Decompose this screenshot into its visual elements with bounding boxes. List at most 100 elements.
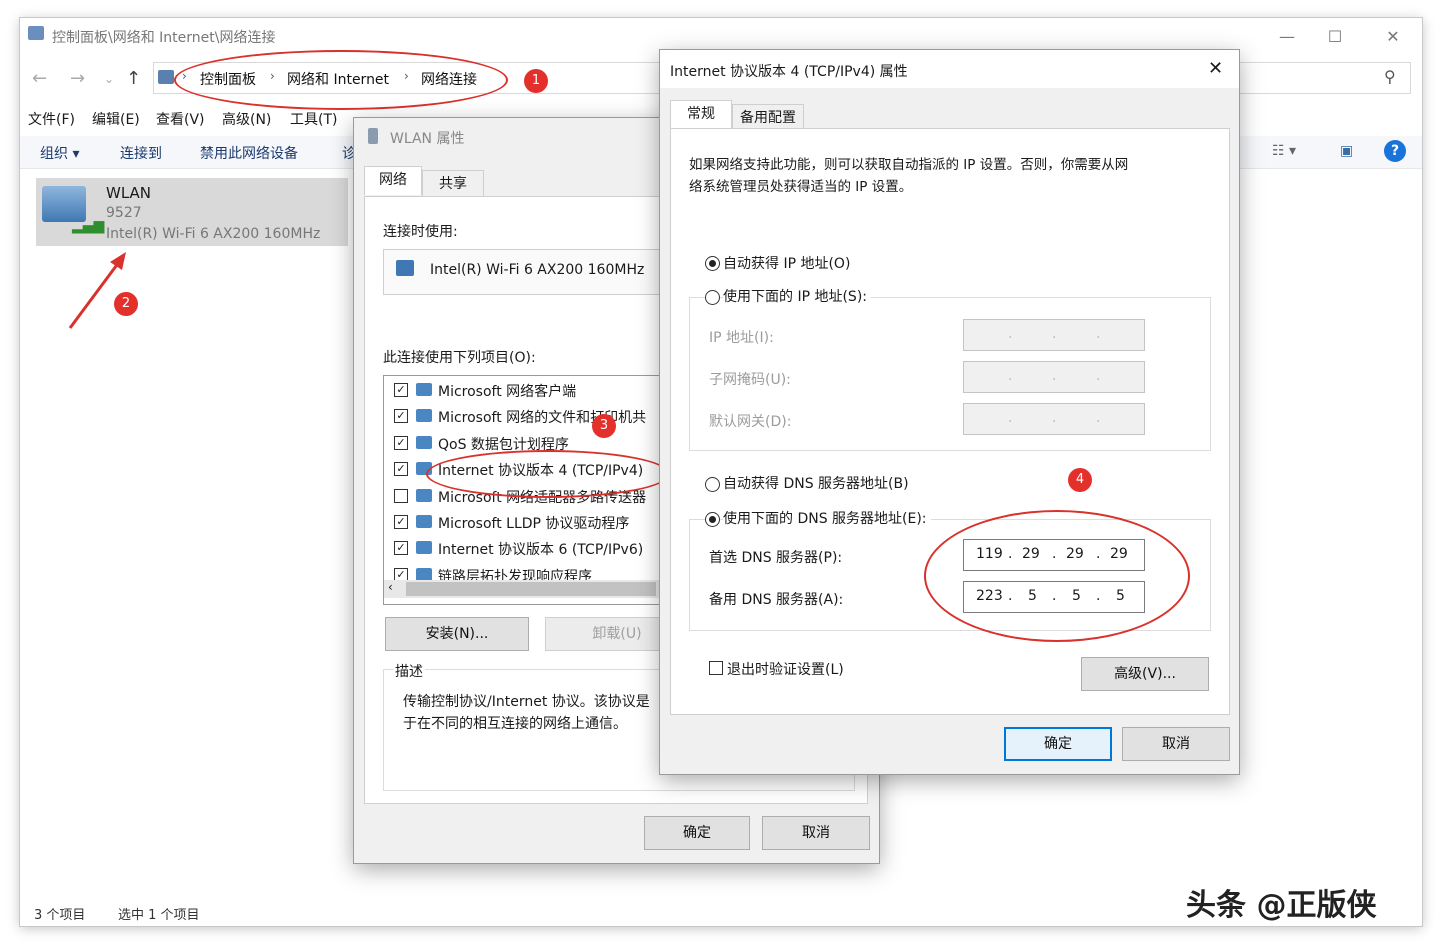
component-icon — [416, 488, 432, 502]
wlan-connection-item[interactable]: ▂▄▆ WLAN 9527 Intel(R) Wi-Fi 6 AX200 160… — [36, 178, 348, 246]
component-icon — [416, 541, 432, 555]
item-checkbox[interactable]: ✓ — [394, 462, 408, 477]
description-text-line1: 传输控制协议/Internet 协议。该协议是 — [403, 694, 650, 710]
wlan-cancel-button[interactable]: 取消 — [762, 816, 870, 850]
back-icon[interactable]: ← — [32, 68, 47, 89]
preferred-dns-label: 首选 DNS 服务器(P): — [709, 550, 843, 566]
auto-dns-radio[interactable] — [705, 477, 720, 492]
advanced-button[interactable]: 高级(V)... — [1081, 657, 1209, 691]
annotation-badge-3: 3 — [592, 414, 616, 438]
item-label: Microsoft 网络客户端 — [438, 384, 577, 400]
connect-to-button[interactable]: 连接到 — [120, 143, 162, 163]
component-icon — [416, 567, 432, 581]
component-icon — [416, 515, 432, 528]
control-panel-icon — [158, 70, 174, 84]
network-card-icon — [396, 260, 414, 276]
subnet-mask-label: 子网掩码(U): — [709, 372, 791, 388]
chevron-down-icon[interactable]: ⌄ — [104, 72, 114, 86]
menu-edit[interactable]: 编辑(E) — [92, 109, 140, 129]
selected-count: 选中 1 个项目 — [118, 908, 200, 923]
ipv4-title-bar: Internet 协议版本 4 (TCP/IPv4) 属性 ✕ — [660, 50, 1239, 88]
help-icon[interactable]: ? — [1384, 140, 1406, 162]
maximize-icon[interactable]: ☐ — [1312, 24, 1358, 50]
forward-icon[interactable]: → — [70, 68, 85, 89]
validate-label[interactable]: 退出时验证设置(L) — [727, 659, 844, 679]
annotation-badge-1: 1 — [524, 69, 548, 93]
subnet-mask-input: ... — [963, 361, 1145, 393]
ipv4-cancel-button[interactable]: 取消 — [1122, 727, 1230, 761]
ipv4-dialog-title: Internet 协议版本 4 (TCP/IPv4) 属性 — [670, 64, 908, 80]
tab-alternate-config[interactable]: 备用配置 — [732, 104, 804, 131]
item-label: Microsoft LLDP 协议驱动程序 — [438, 516, 630, 532]
auto-ip-radio[interactable] — [705, 256, 720, 271]
annotation-badge-4: 4 — [1068, 468, 1092, 492]
folder-icon — [28, 26, 44, 40]
connect-using-label: 连接时使用: — [383, 224, 458, 240]
auto-dns-label[interactable]: 自动获得 DNS 服务器地址(B) — [723, 473, 909, 493]
minimize-icon[interactable]: — — [1264, 24, 1310, 50]
gateway-label: 默认网关(D): — [709, 414, 792, 430]
search-icon[interactable]: ⚲ — [1384, 67, 1396, 86]
close-icon[interactable]: ✕ — [1370, 24, 1416, 50]
annotation-ellipse — [174, 50, 508, 110]
wlan-name: WLAN — [106, 184, 152, 202]
description-text-line2: 于在不同的相互连接的网络上通信。 — [403, 716, 627, 732]
close-icon[interactable]: ✕ — [1208, 58, 1223, 79]
ipv4-properties-dialog: Internet 协议版本 4 (TCP/IPv4) 属性 ✕ 常规 备用配置 … — [660, 50, 1239, 774]
scroll-thumb[interactable] — [406, 582, 656, 596]
menu-tools[interactable]: 工具(T) — [290, 109, 337, 129]
organize-button[interactable]: 组织 ▾ — [40, 143, 79, 163]
item-checkbox[interactable]: ✓ — [394, 409, 408, 424]
item-label: Internet 协议版本 6 (TCP/IPv6) — [438, 542, 644, 559]
tab-network[interactable]: 网络 — [364, 166, 422, 195]
annotation-ellipse — [924, 510, 1190, 642]
item-checkbox[interactable]: ✓ — [394, 435, 408, 450]
annotation-badge-2: 2 — [114, 292, 138, 316]
wlan-ssid: 9527 — [106, 205, 142, 221]
ipv4-ok-button[interactable]: 确定 — [1004, 727, 1112, 761]
window-title: 控制面板\网络和 Internet\网络连接 — [52, 30, 276, 46]
item-count: 3 个项目 — [34, 908, 86, 923]
manual-ip-label[interactable]: 使用下面的 IP 地址(S): — [723, 286, 871, 306]
wlan-ok-button[interactable]: 确定 — [644, 816, 750, 850]
item-checkbox[interactable]: ✓ — [394, 383, 408, 397]
scroll-left-icon[interactable]: ‹ — [388, 580, 393, 594]
ip-address-label: IP 地址(I): — [709, 330, 774, 346]
items-label: 此连接使用下列项目(O): — [383, 350, 536, 366]
install-button[interactable]: 安装(N)... — [385, 617, 529, 651]
up-icon[interactable]: ↑ — [126, 68, 141, 89]
item-checkbox[interactable]: ✓ — [394, 515, 408, 529]
alternate-dns-label: 备用 DNS 服务器(A): — [709, 592, 844, 608]
general-tab-panel: 如果网络支持此功能，则可以获取自动指派的 IP 设置。否则，你需要从网 络系统管… — [670, 128, 1230, 715]
ip-address-input: ... — [963, 319, 1145, 351]
manual-dns-label[interactable]: 使用下面的 DNS 服务器地址(E): — [723, 508, 931, 528]
preview-pane-icon[interactable]: ▣ — [1340, 143, 1353, 159]
gateway-input: ... — [963, 403, 1145, 435]
component-icon — [416, 409, 432, 423]
tab-general[interactable]: 常规 — [670, 100, 732, 129]
intro-text-line1: 如果网络支持此功能，则可以获取自动指派的 IP 设置。否则，你需要从网 — [689, 157, 1129, 173]
tab-sharing[interactable]: 共享 — [422, 170, 484, 197]
intro-text-line2: 络系统管理员处获得适当的 IP 设置。 — [689, 179, 913, 195]
manual-dns-radio[interactable] — [705, 512, 720, 527]
description-label: 描述 — [393, 661, 425, 681]
item-checkbox[interactable] — [394, 488, 408, 503]
menu-file[interactable]: 文件(F) — [28, 109, 75, 129]
component-icon — [416, 435, 432, 449]
auto-ip-label[interactable]: 自动获得 IP 地址(O) — [723, 253, 850, 273]
view-options-icon[interactable]: ☷ ▾ — [1272, 143, 1296, 159]
manual-ip-radio[interactable] — [705, 290, 720, 305]
menu-advanced[interactable]: 高级(N) — [222, 109, 271, 129]
item-checkbox[interactable]: ✓ — [394, 541, 408, 556]
adapter-name: Intel(R) Wi-Fi 6 AX200 160MHz — [430, 262, 645, 278]
network-adapter-icon — [42, 186, 86, 222]
component-icon — [416, 383, 432, 396]
menu-view[interactable]: 查看(V) — [156, 109, 205, 129]
wifi-adapter-icon — [368, 128, 378, 144]
validate-checkbox[interactable] — [709, 661, 723, 675]
signal-bars-icon: ▂▄▆ — [72, 218, 105, 234]
title-bar: 控制面板\网络和 Internet\网络连接 — ☐ ✕ — [20, 18, 1422, 54]
wlan-adapter: Intel(R) Wi-Fi 6 AX200 160MHz — [106, 226, 321, 242]
watermark: 头条 @正版侠 — [1186, 888, 1377, 923]
disable-device-button[interactable]: 禁用此网络设备 — [200, 143, 298, 163]
